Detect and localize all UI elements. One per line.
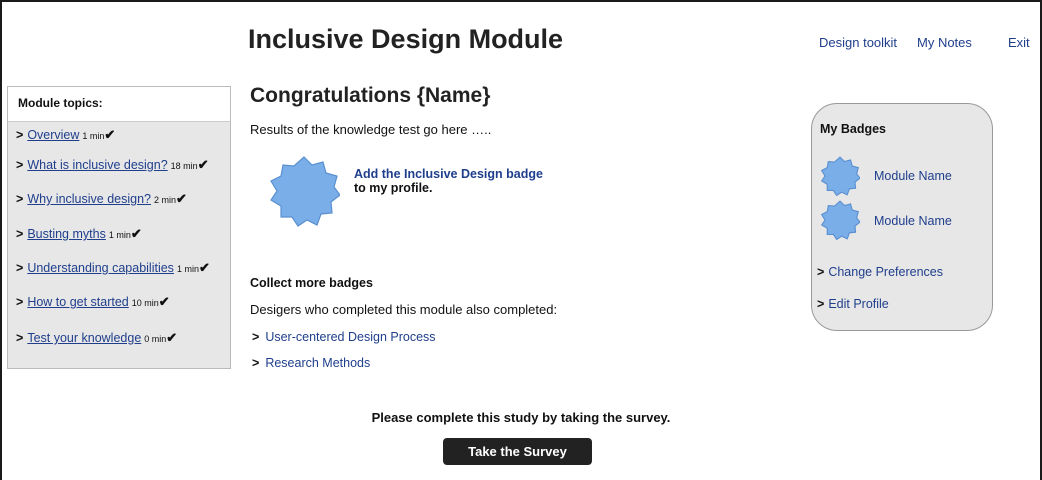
- arrow-icon: >: [817, 265, 825, 279]
- arrow-icon: >: [16, 295, 24, 309]
- related-module-link[interactable]: User-centered Design Process: [265, 330, 435, 344]
- module-topics-sidebar: Module topics: > Overview 1 min✔ > What is …: [7, 86, 231, 369]
- badge-module-name[interactable]: Module Name: [874, 214, 952, 228]
- also-completed-text: Desigers who completed this module also …: [250, 302, 558, 317]
- survey-prompt: Please complete this study by taking the…: [371, 410, 671, 425]
- badge-module-name[interactable]: Module Name: [874, 169, 952, 183]
- topic-time: 18 min: [170, 161, 198, 171]
- checkmark-icon: ✔: [197, 157, 209, 172]
- topic-link[interactable]: What is inclusive design?: [27, 158, 167, 172]
- badge-icon: [820, 200, 860, 240]
- topic-time: 1 min: [176, 264, 199, 274]
- arrow-icon: >: [16, 192, 24, 206]
- change-preferences-link[interactable]: Change Preferences: [828, 265, 943, 279]
- sidebar-item-how-to-get-started: > How to get started 10 min✔: [16, 294, 170, 310]
- sidebar-item-what-is-inclusive-design: > What is inclusive design? 18 min✔: [16, 157, 209, 173]
- my-badges-panel: My Badges Module Name Module Name > Chang…: [811, 103, 993, 331]
- design-toolkit-link[interactable]: Design toolkit: [819, 35, 897, 50]
- topic-link[interactable]: Overview: [27, 128, 79, 142]
- topic-time: 2 min: [153, 195, 176, 205]
- checkmark-icon: ✔: [104, 127, 116, 142]
- topic-link[interactable]: Busting myths: [27, 227, 106, 241]
- badge-icon[interactable]: [268, 155, 340, 227]
- checkmark-icon: ✔: [166, 330, 178, 345]
- topic-time: 1 min: [82, 131, 105, 141]
- topic-time: 1 min: [108, 230, 131, 240]
- sidebar-item-test-your-knowledge: > Test your knowledge 0 min✔: [16, 330, 177, 346]
- edit-profile-link[interactable]: Edit Profile: [828, 297, 888, 311]
- results-text: Results of the knowledge test go here ….…: [250, 122, 492, 137]
- arrow-icon: >: [252, 330, 260, 344]
- topic-link[interactable]: How to get started: [27, 295, 128, 309]
- arrow-icon: >: [16, 128, 24, 142]
- arrow-icon: >: [16, 331, 24, 345]
- topic-link[interactable]: Why inclusive design?: [27, 192, 151, 206]
- congratulations-heading: Congratulations {Name}: [250, 84, 491, 107]
- arrow-icon: >: [16, 261, 24, 275]
- related-module-item: > User-centered Design Process: [252, 330, 436, 344]
- related-module-link[interactable]: Research Methods: [265, 356, 370, 370]
- sidebar-item-overview: > Overview 1 min✔: [16, 127, 115, 143]
- checkmark-icon: ✔: [130, 226, 142, 241]
- exit-link[interactable]: Exit: [1008, 35, 1030, 50]
- take-survey-button[interactable]: Take the Survey: [443, 438, 592, 465]
- checkmark-icon: ✔: [176, 191, 187, 206]
- arrow-icon: >: [252, 356, 260, 370]
- edit-profile-item: > Edit Profile: [817, 297, 889, 311]
- sidebar-item-busting-myths: > Busting myths 1 min✔: [16, 226, 142, 242]
- checkmark-icon: ✔: [158, 294, 170, 309]
- change-preferences-item: > Change Preferences: [817, 265, 943, 279]
- checkmark-icon: ✔: [198, 260, 210, 275]
- related-module-item: > Research Methods: [252, 356, 370, 370]
- topic-time: 10 min: [131, 298, 159, 308]
- badge-icon: [820, 156, 860, 196]
- topic-time: 0 min: [144, 334, 167, 344]
- my-notes-link[interactable]: My Notes: [917, 35, 972, 50]
- arrow-icon: >: [817, 297, 825, 311]
- page-title: Inclusive Design Module: [248, 24, 564, 54]
- sidebar-item-understanding-capabilities: > Understanding capabilities 1 min✔: [16, 260, 210, 276]
- topic-link[interactable]: Understanding capabilities: [27, 261, 174, 275]
- sidebar-heading: Module topics:: [8, 87, 230, 122]
- add-badge-link[interactable]: Add the Inclusive Design badge: [354, 167, 543, 181]
- add-badge-block: Add the Inclusive Design badge to my pro…: [354, 167, 543, 195]
- sidebar-item-why-inclusive-design: > Why inclusive design? 2 min✔: [16, 191, 187, 207]
- arrow-icon: >: [16, 158, 24, 172]
- my-badges-heading: My Badges: [820, 122, 886, 136]
- collect-badges-heading: Collect more badges: [250, 276, 373, 290]
- add-badge-suffix: to my profile.: [354, 181, 433, 195]
- arrow-icon: >: [16, 227, 24, 241]
- topic-link[interactable]: Test your knowledge: [27, 331, 141, 345]
